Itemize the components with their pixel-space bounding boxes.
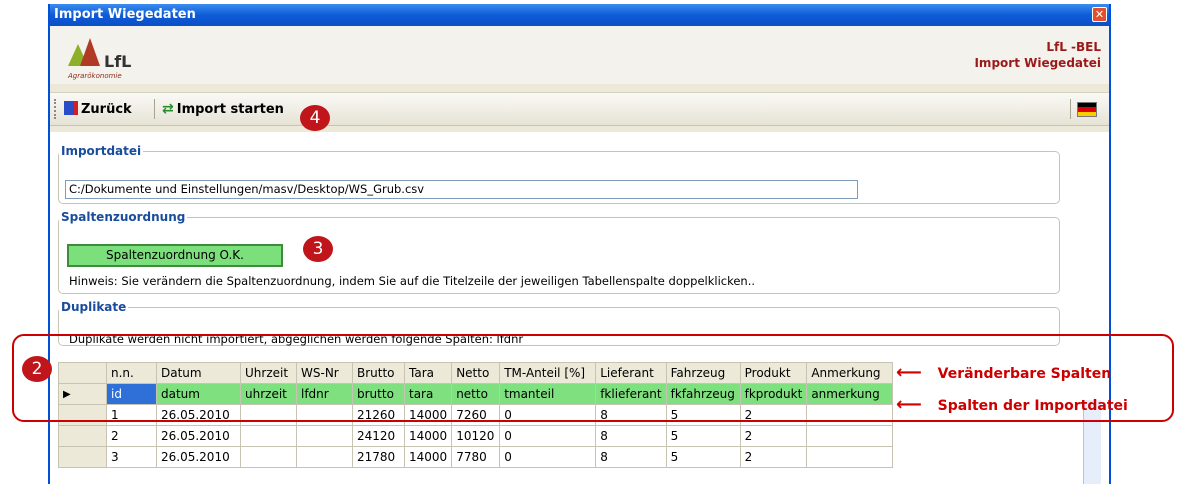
toolbar-grip [54, 99, 58, 119]
close-button[interactable]: ✕ [1092, 7, 1107, 22]
file-path-field[interactable]: C:/Dokumente und Einstellungen/masv/Desk… [65, 180, 858, 199]
cell[interactable]: 2 [739, 425, 808, 447]
import-columns-annotation: ⟵ Spalten der Importdatei [896, 394, 1128, 415]
cell[interactable]: 8 [595, 425, 667, 447]
cell[interactable]: 10120 [451, 425, 501, 447]
row-header[interactable] [58, 425, 107, 447]
toolbar-separator [154, 99, 155, 119]
left-arrow-icon: ⟵ [896, 362, 922, 383]
cell[interactable]: 26.05.2010 [156, 425, 241, 447]
back-door-icon [64, 101, 78, 115]
changeable-columns-label: Veränderbare Spalten [937, 366, 1112, 382]
logo-text: LfL [104, 52, 132, 71]
logo-leaf-icon [80, 38, 100, 66]
import-columns-label: Spalten der Importdatei [937, 398, 1128, 414]
importdatei-group: Importdatei C:/Dokumente und Einstellung… [58, 144, 1060, 204]
cell[interactable]: 2 [106, 425, 157, 447]
changeable-columns-annotation: ⟵ Veränderbare Spalten [896, 362, 1111, 383]
toolbar: Zurück ⇄ Import starten 4 [50, 92, 1109, 131]
mapping-hint: Hinweis: Sie verändern die Spaltenzuordn… [69, 274, 756, 288]
cell[interactable]: 24120 [352, 425, 405, 447]
cell[interactable]: 5 [665, 425, 741, 447]
cell[interactable] [296, 446, 353, 468]
cell[interactable]: 26.05.2010 [156, 446, 241, 468]
cell[interactable] [806, 425, 894, 447]
window-title: Import Wiegedaten [54, 7, 196, 22]
column-mapping-button[interactable]: Spaltenzuordnung O.K. [67, 244, 283, 267]
cell[interactable]: 21780 [352, 446, 405, 468]
duplikate-legend: Duplikate [61, 300, 127, 314]
cell[interactable]: 14000 [403, 446, 453, 468]
callout-3: 3 [303, 236, 333, 262]
app-header: LfL Agrarökonomie LfL -BEL Import Wieged… [50, 26, 1109, 84]
cell[interactable]: 0 [499, 446, 597, 468]
cell[interactable]: 3 [106, 446, 157, 468]
callout-4: 4 [300, 105, 330, 131]
row-header[interactable] [58, 446, 107, 468]
spaltenzuordnung-group: Spaltenzuordnung Spaltenzuordnung O.K. H… [58, 210, 1060, 294]
german-flag-icon[interactable] [1077, 102, 1097, 117]
cell[interactable] [296, 425, 353, 447]
cell[interactable] [240, 446, 297, 468]
cell[interactable] [240, 425, 297, 447]
back-button-label: Zurück [81, 102, 132, 117]
callout-2: 2 [22, 356, 52, 382]
back-button[interactable]: Zurück [64, 101, 132, 117]
cell[interactable]: 0 [499, 425, 597, 447]
cell[interactable]: 8 [595, 446, 667, 468]
logo-subtitle: Agrarökonomie [68, 72, 122, 80]
spaltenzuordnung-legend: Spaltenzuordnung [61, 210, 186, 224]
import-start-label: Import starten [176, 102, 284, 117]
module-name: Import Wiegedatei [974, 56, 1101, 70]
app-name: LfL -BEL [1046, 40, 1101, 54]
import-arrows-icon: ⇄ [162, 101, 174, 117]
cell[interactable]: 7780 [451, 446, 501, 468]
table-row[interactable]: 2 26.05.2010 24120 14000 10120 0 8 5 2 [58, 425, 894, 447]
left-arrow-icon: ⟵ [896, 394, 922, 415]
table-row[interactable]: 3 26.05.2010 21780 14000 7780 0 8 5 2 [58, 446, 894, 468]
cell[interactable]: 2 [739, 446, 808, 468]
cell[interactable] [806, 446, 894, 468]
toolbar-separator [1070, 99, 1071, 119]
title-bar[interactable]: Import Wiegedaten [50, 4, 1109, 26]
importdatei-legend: Importdatei [61, 144, 142, 158]
cell[interactable]: 5 [665, 446, 741, 468]
cell[interactable]: 14000 [403, 425, 453, 447]
import-start-button[interactable]: ⇄ Import starten [162, 101, 284, 117]
